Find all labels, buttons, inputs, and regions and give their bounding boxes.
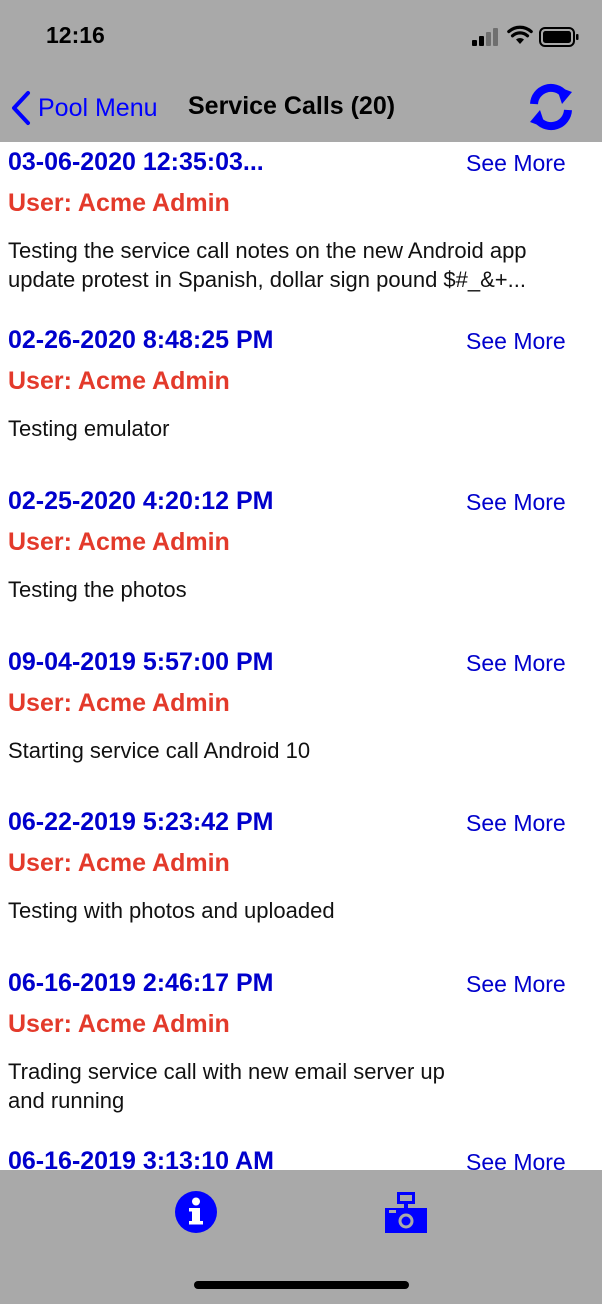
wifi-icon xyxy=(507,25,533,44)
call-date: 03-06-2020 12:35:03... xyxy=(8,148,264,176)
home-indicator[interactable] xyxy=(194,1281,409,1289)
see-more-link[interactable]: See More xyxy=(466,650,566,677)
info-icon[interactable] xyxy=(174,1190,218,1234)
service-call-list[interactable]: 03-06-2020 12:35:03... See More User: Ac… xyxy=(0,142,602,1170)
call-user: User: Acme Admin xyxy=(8,528,230,556)
see-more-link[interactable]: See More xyxy=(466,150,566,177)
call-notes-line: Testing with photos and uploaded xyxy=(8,898,335,923)
call-user: User: Acme Admin xyxy=(8,1010,230,1038)
call-user: User: Acme Admin xyxy=(8,689,230,717)
call-notes-line: Testing the service call notes on the ne… xyxy=(8,238,527,263)
call-date: 09-04-2019 5:57:00 PM xyxy=(8,648,274,676)
page-title: Service Calls (20) xyxy=(188,92,396,120)
call-notes-line: and running xyxy=(8,1088,125,1113)
see-more-link[interactable]: See More xyxy=(466,489,566,516)
signal-icon xyxy=(472,28,498,46)
see-more-link[interactable]: See More xyxy=(466,328,566,355)
call-notes-line: Trading service call with new email serv… xyxy=(8,1059,445,1084)
back-button[interactable]: Pool Menu xyxy=(10,88,158,128)
call-date: 02-25-2020 4:20:12 PM xyxy=(8,487,274,515)
battery-icon xyxy=(539,27,579,47)
call-notes-line: Starting service call Android 10 xyxy=(8,738,311,763)
bottom-toolbar xyxy=(0,1170,602,1304)
call-notes-line: update protest in Spanish, dollar sign p… xyxy=(8,267,526,292)
see-more-link[interactable]: See More xyxy=(466,810,566,837)
call-notes: Starting service call Android 10 xyxy=(8,736,600,765)
see-more-link[interactable]: See More xyxy=(466,1149,566,1170)
chevron-left-icon xyxy=(12,91,30,125)
see-more-link[interactable]: See More xyxy=(466,971,566,998)
refresh-icon[interactable] xyxy=(526,82,576,132)
call-date: 06-22-2019 5:23:42 PM xyxy=(8,808,274,836)
status-bar: 12:16 xyxy=(0,0,602,78)
call-date: 02-26-2020 8:48:25 PM xyxy=(8,326,274,354)
camera-icon[interactable] xyxy=(383,1190,429,1236)
call-user: User: Acme Admin xyxy=(8,849,230,877)
call-date: 06-16-2019 2:46:17 PM xyxy=(8,969,274,997)
call-notes: Trading service call with new email serv… xyxy=(8,1057,600,1115)
call-date: 06-16-2019 3:13:10 AM xyxy=(8,1147,274,1170)
call-notes-line: Testing the photos xyxy=(8,577,187,602)
call-user: User: Acme Admin xyxy=(8,189,230,217)
call-notes: Testing with photos and uploaded xyxy=(8,896,600,925)
call-user: User: Acme Admin xyxy=(8,367,230,395)
call-notes-line: Testing emulator xyxy=(8,416,170,441)
navigation-bar: Pool Menu Service Calls (20) xyxy=(0,78,602,142)
status-time: 12:16 xyxy=(46,22,105,48)
call-notes: Testing the service call notes on the ne… xyxy=(8,236,600,294)
call-notes: Testing emulator xyxy=(8,414,600,443)
call-notes: Testing the photos xyxy=(8,575,600,604)
back-button-label: Pool Menu xyxy=(38,93,158,122)
